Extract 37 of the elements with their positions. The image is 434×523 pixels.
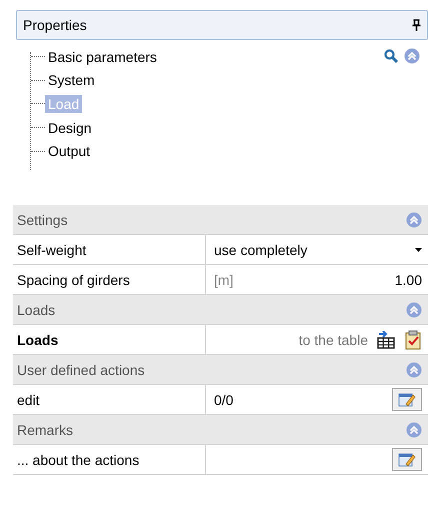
dropdown-field[interactable]: use completely: [206, 235, 428, 264]
panel-title: Properties: [23, 17, 87, 33]
property-label: edit: [13, 385, 206, 414]
collapse-icon[interactable]: [406, 422, 422, 438]
property-label: Loads: [13, 325, 206, 354]
dropdown-arrow-icon: [415, 248, 422, 252]
property-label: ... about the actions: [13, 445, 206, 474]
table-link[interactable]: to the table: [298, 332, 368, 348]
edit-icon: [398, 452, 416, 468]
tree-item[interactable]: System: [45, 71, 98, 90]
collapse-icon[interactable]: [406, 302, 422, 318]
value-text: 0/0: [214, 392, 234, 408]
collapse-icon[interactable]: [406, 362, 422, 378]
unit-label: [m]: [214, 272, 234, 288]
tree-item[interactable]: Output: [45, 142, 94, 160]
clipboard-check-icon[interactable]: [404, 330, 422, 350]
table-icon[interactable]: [376, 330, 396, 348]
value-field[interactable]: 1.00: [394, 272, 422, 288]
search-icon[interactable]: [384, 49, 398, 63]
edit-button[interactable]: [392, 388, 422, 411]
section-header[interactable]: User defined actions: [13, 355, 428, 385]
section-header[interactable]: Loads: [13, 295, 428, 325]
tree-item[interactable]: Design: [45, 118, 95, 137]
section-title: Remarks: [17, 422, 74, 438]
edit-button[interactable]: [392, 448, 422, 471]
collapse-icon[interactable]: [406, 212, 422, 228]
section-title: Settings: [17, 212, 68, 228]
pin-icon[interactable]: [412, 19, 421, 31]
section-title: Loads: [17, 302, 56, 318]
edit-icon: [398, 392, 416, 408]
section-header[interactable]: Settings: [13, 205, 428, 235]
section-title: User defined actions: [17, 362, 145, 378]
section-header[interactable]: Remarks: [13, 415, 428, 445]
collapse-icon[interactable]: [404, 48, 420, 64]
property-label: Self-weight: [13, 235, 206, 264]
tree-item[interactable]: Basic parameters: [45, 48, 160, 66]
property-label: Spacing of girders: [13, 265, 206, 294]
